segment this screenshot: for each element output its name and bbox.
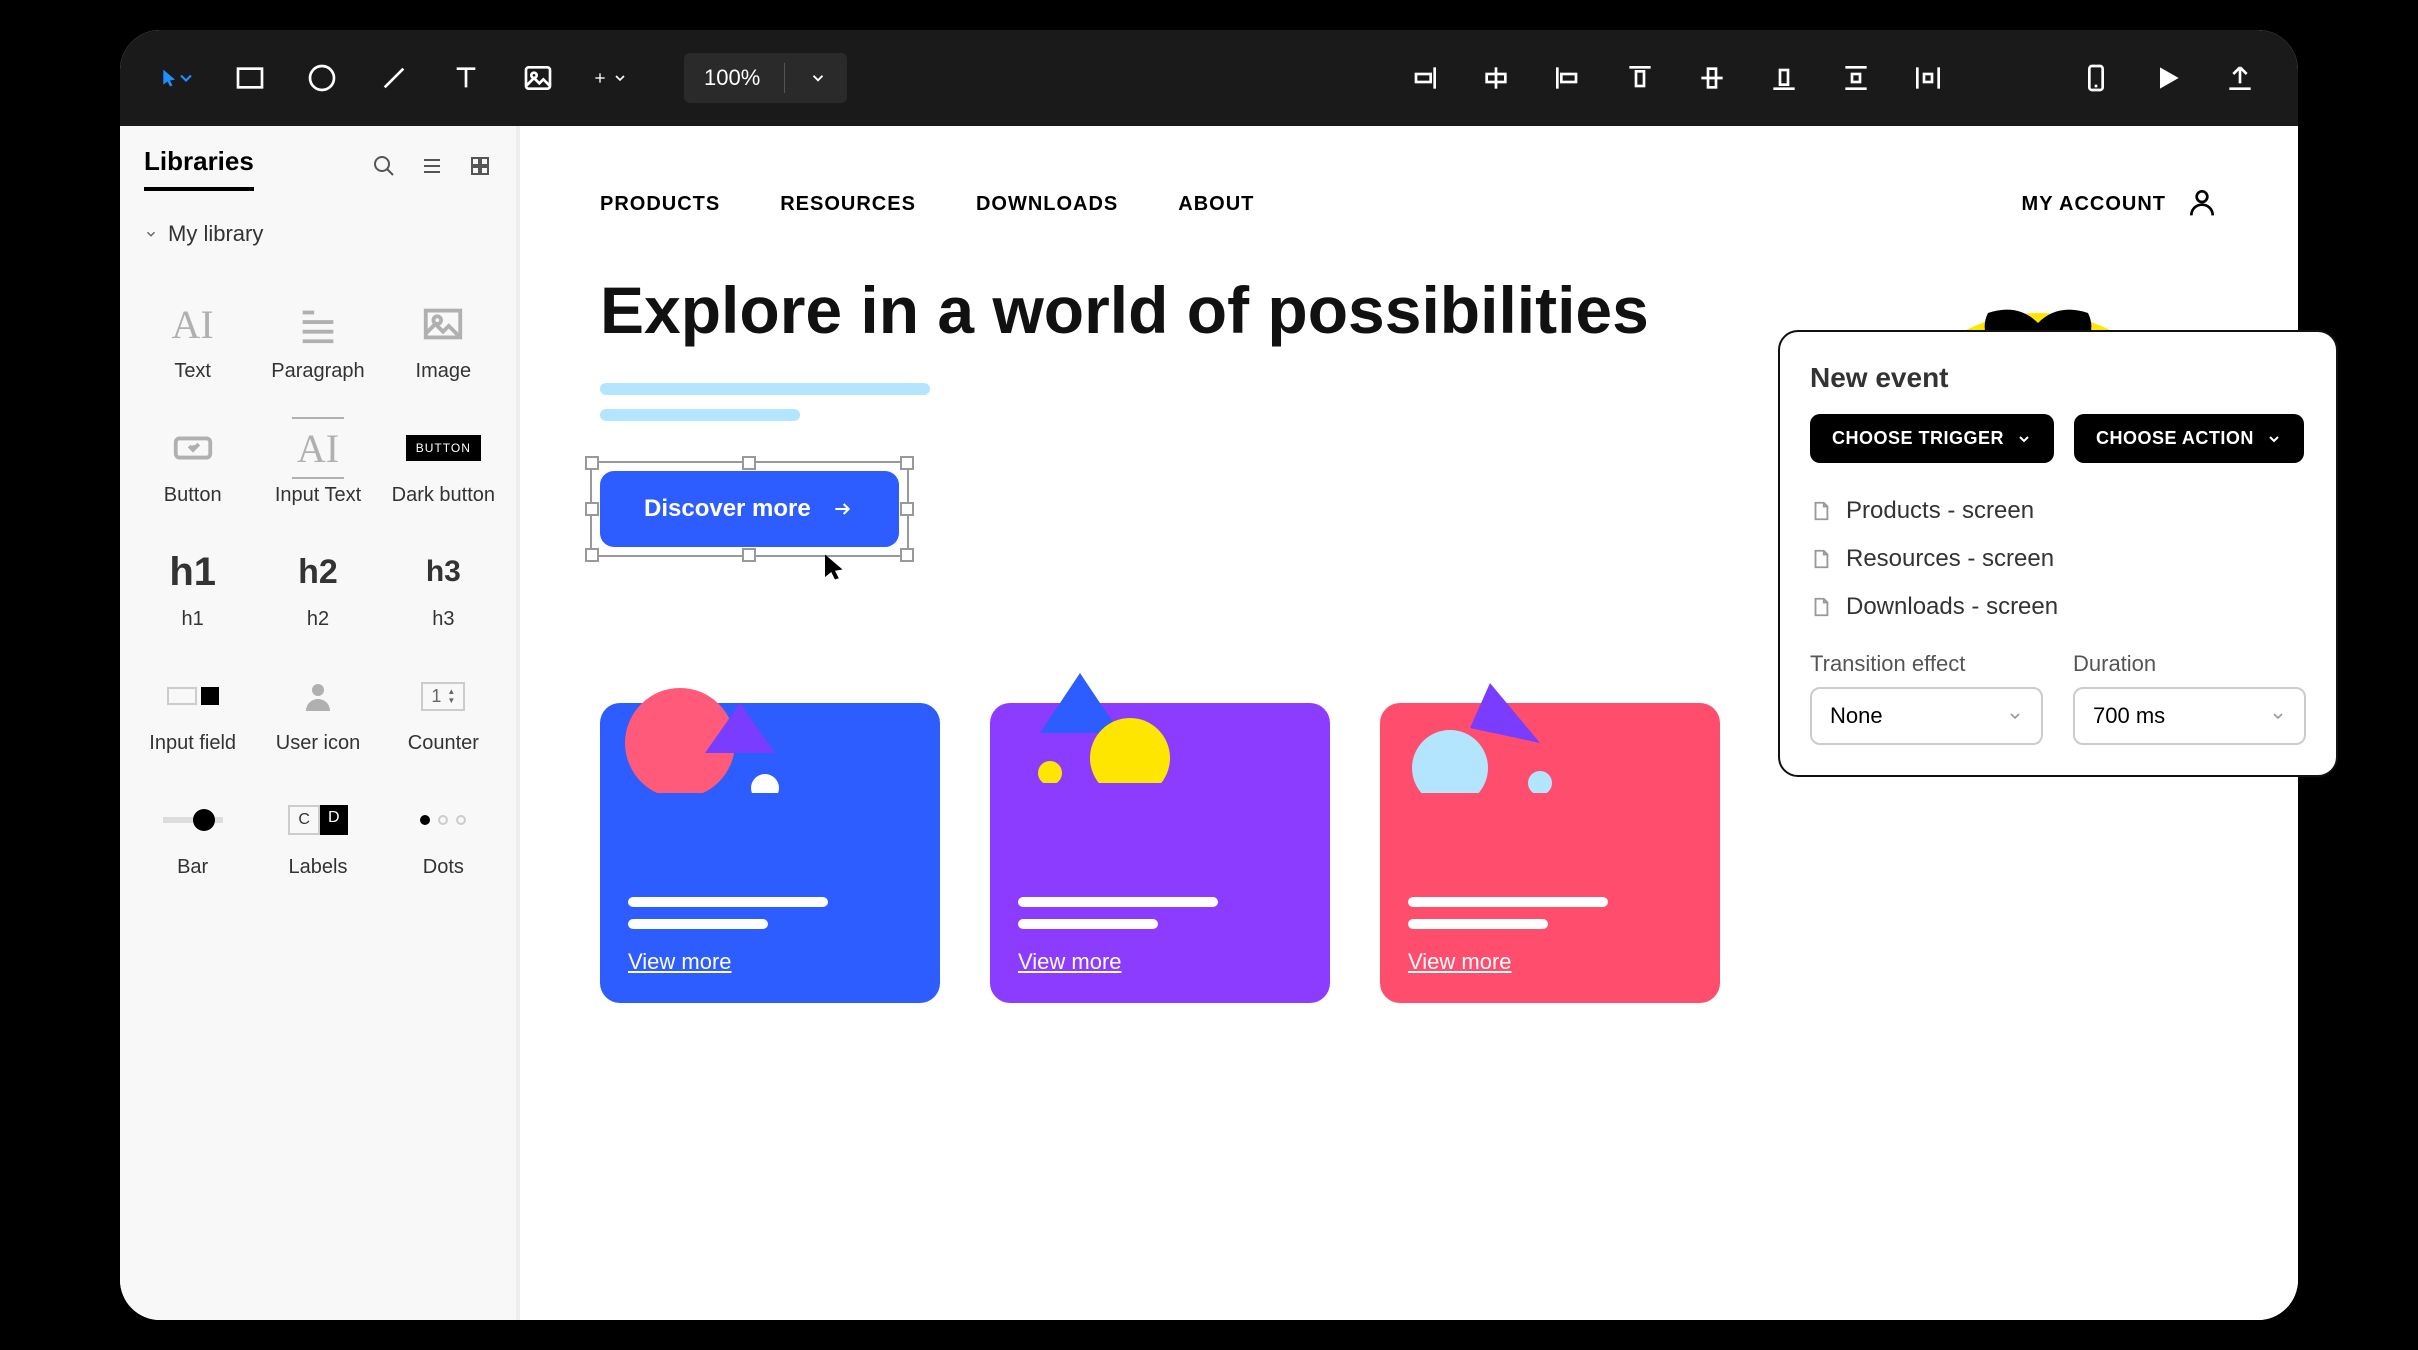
card-3[interactable]: View more [1380, 703, 1720, 1003]
lib-h1[interactable]: h1h1 [130, 527, 255, 651]
file-icon [1810, 594, 1832, 620]
choose-trigger-button[interactable]: CHOOSE TRIGGER [1810, 414, 2054, 463]
play-icon[interactable] [2150, 60, 2186, 96]
file-icon [1810, 546, 1832, 572]
rectangle-tool[interactable] [232, 60, 268, 96]
card-link[interactable]: View more [1018, 949, 1302, 975]
duration-label: Duration [2073, 651, 2306, 677]
chevron-down-icon [2266, 431, 2282, 447]
lib-dark-button[interactable]: BUTTONDark button [381, 403, 506, 527]
lib-bar[interactable]: Bar [130, 775, 255, 899]
nav-downloads[interactable]: DOWNLOADS [976, 193, 1118, 216]
cursor-icon [820, 549, 850, 585]
distribute-v-icon[interactable] [1838, 60, 1874, 96]
select-tool[interactable] [160, 60, 196, 96]
upload-icon[interactable] [2222, 60, 2258, 96]
card-link[interactable]: View more [1408, 949, 1692, 975]
screen-products[interactable]: Products - screen [1810, 487, 2306, 535]
distribute-h-icon[interactable] [1910, 60, 1946, 96]
image-tool[interactable] [520, 60, 556, 96]
ellipse-tool[interactable] [304, 60, 340, 96]
line-tool[interactable] [376, 60, 412, 96]
user-icon[interactable] [2186, 186, 2218, 223]
lib-user-icon[interactable]: User icon [255, 651, 380, 775]
site-nav: PRODUCTS RESOURCES DOWNLOADS ABOUT MY AC… [600, 166, 2218, 273]
sidebar-header: Libraries [120, 146, 516, 209]
hero-placeholder-lines [600, 383, 1649, 421]
grid-view-icon[interactable] [468, 154, 492, 183]
lib-labels[interactable]: CDLabels [255, 775, 380, 899]
card-1[interactable]: View more [600, 703, 940, 1003]
card-shapes-icon [1390, 673, 1590, 793]
discover-button-selected[interactable]: Discover more [600, 471, 899, 547]
nav-about[interactable]: ABOUT [1178, 193, 1254, 216]
zoom-select[interactable]: 100% [684, 53, 847, 103]
lib-button[interactable]: Button [130, 403, 255, 527]
lib-input-text[interactable]: AIInput Text [255, 403, 380, 527]
lib-h3[interactable]: h3h3 [381, 527, 506, 651]
chevron-down-icon [2016, 431, 2032, 447]
toolbar: 100% [120, 30, 2298, 126]
lib-h2[interactable]: h2h2 [255, 527, 380, 651]
card-link[interactable]: View more [628, 949, 912, 975]
align-right-icon[interactable] [1406, 60, 1442, 96]
lib-paragraph[interactable]: Paragraph [255, 279, 380, 403]
lib-input-field[interactable]: Input field [130, 651, 255, 775]
lib-counter[interactable]: 1▲▼Counter [381, 651, 506, 775]
libraries-panel: Libraries My library AIText Paragraph Im… [120, 126, 520, 1320]
lib-image[interactable]: Image [381, 279, 506, 403]
nav-resources[interactable]: RESOURCES [780, 193, 916, 216]
align-h-center-icon[interactable] [1478, 60, 1514, 96]
event-panel-title: New event [1810, 362, 2306, 394]
lib-dots[interactable]: Dots [381, 775, 506, 899]
align-top-icon[interactable] [1622, 60, 1658, 96]
transition-select[interactable]: None [1810, 687, 2043, 745]
device-preview-icon[interactable] [2078, 60, 2114, 96]
screen-downloads[interactable]: Downloads - screen [1810, 583, 2306, 631]
duration-select[interactable]: 700 ms [2073, 687, 2306, 745]
my-library-toggle[interactable]: My library [120, 209, 516, 259]
selection-handles[interactable] [590, 461, 909, 557]
align-left-icon[interactable] [1550, 60, 1586, 96]
my-library-label: My library [168, 221, 263, 247]
library-grid: AIText Paragraph Image Button AIInput Te… [120, 259, 516, 919]
chevron-down-icon [2270, 708, 2286, 724]
list-view-icon[interactable] [420, 154, 444, 183]
align-v-center-icon[interactable] [1694, 60, 1730, 96]
zoom-value: 100% [704, 65, 760, 91]
hero-headline[interactable]: Explore in a world of possibilities [600, 273, 1649, 349]
choose-action-button[interactable]: CHOOSE ACTION [2074, 414, 2304, 463]
libraries-title: Libraries [144, 146, 254, 191]
card-shapes-icon [610, 673, 810, 793]
transition-label: Transition effect [1810, 651, 2043, 677]
card-shapes-icon [1010, 663, 1210, 783]
lib-text[interactable]: AIText [130, 279, 255, 403]
my-account[interactable]: MY ACCOUNT [2022, 193, 2166, 216]
chevron-down-icon [2007, 708, 2023, 724]
file-icon [1810, 498, 1832, 524]
screen-resources[interactable]: Resources - screen [1810, 535, 2306, 583]
card-2[interactable]: View more [990, 703, 1330, 1003]
app-frame: 100% Libraries [120, 30, 2298, 1320]
align-bottom-icon[interactable] [1766, 60, 1802, 96]
nav-products[interactable]: PRODUCTS [600, 193, 720, 216]
text-tool[interactable] [448, 60, 484, 96]
search-icon[interactable] [372, 154, 396, 183]
add-tool[interactable] [592, 60, 628, 96]
event-panel[interactable]: New event CHOOSE TRIGGER CHOOSE ACTION P… [1778, 330, 2338, 777]
